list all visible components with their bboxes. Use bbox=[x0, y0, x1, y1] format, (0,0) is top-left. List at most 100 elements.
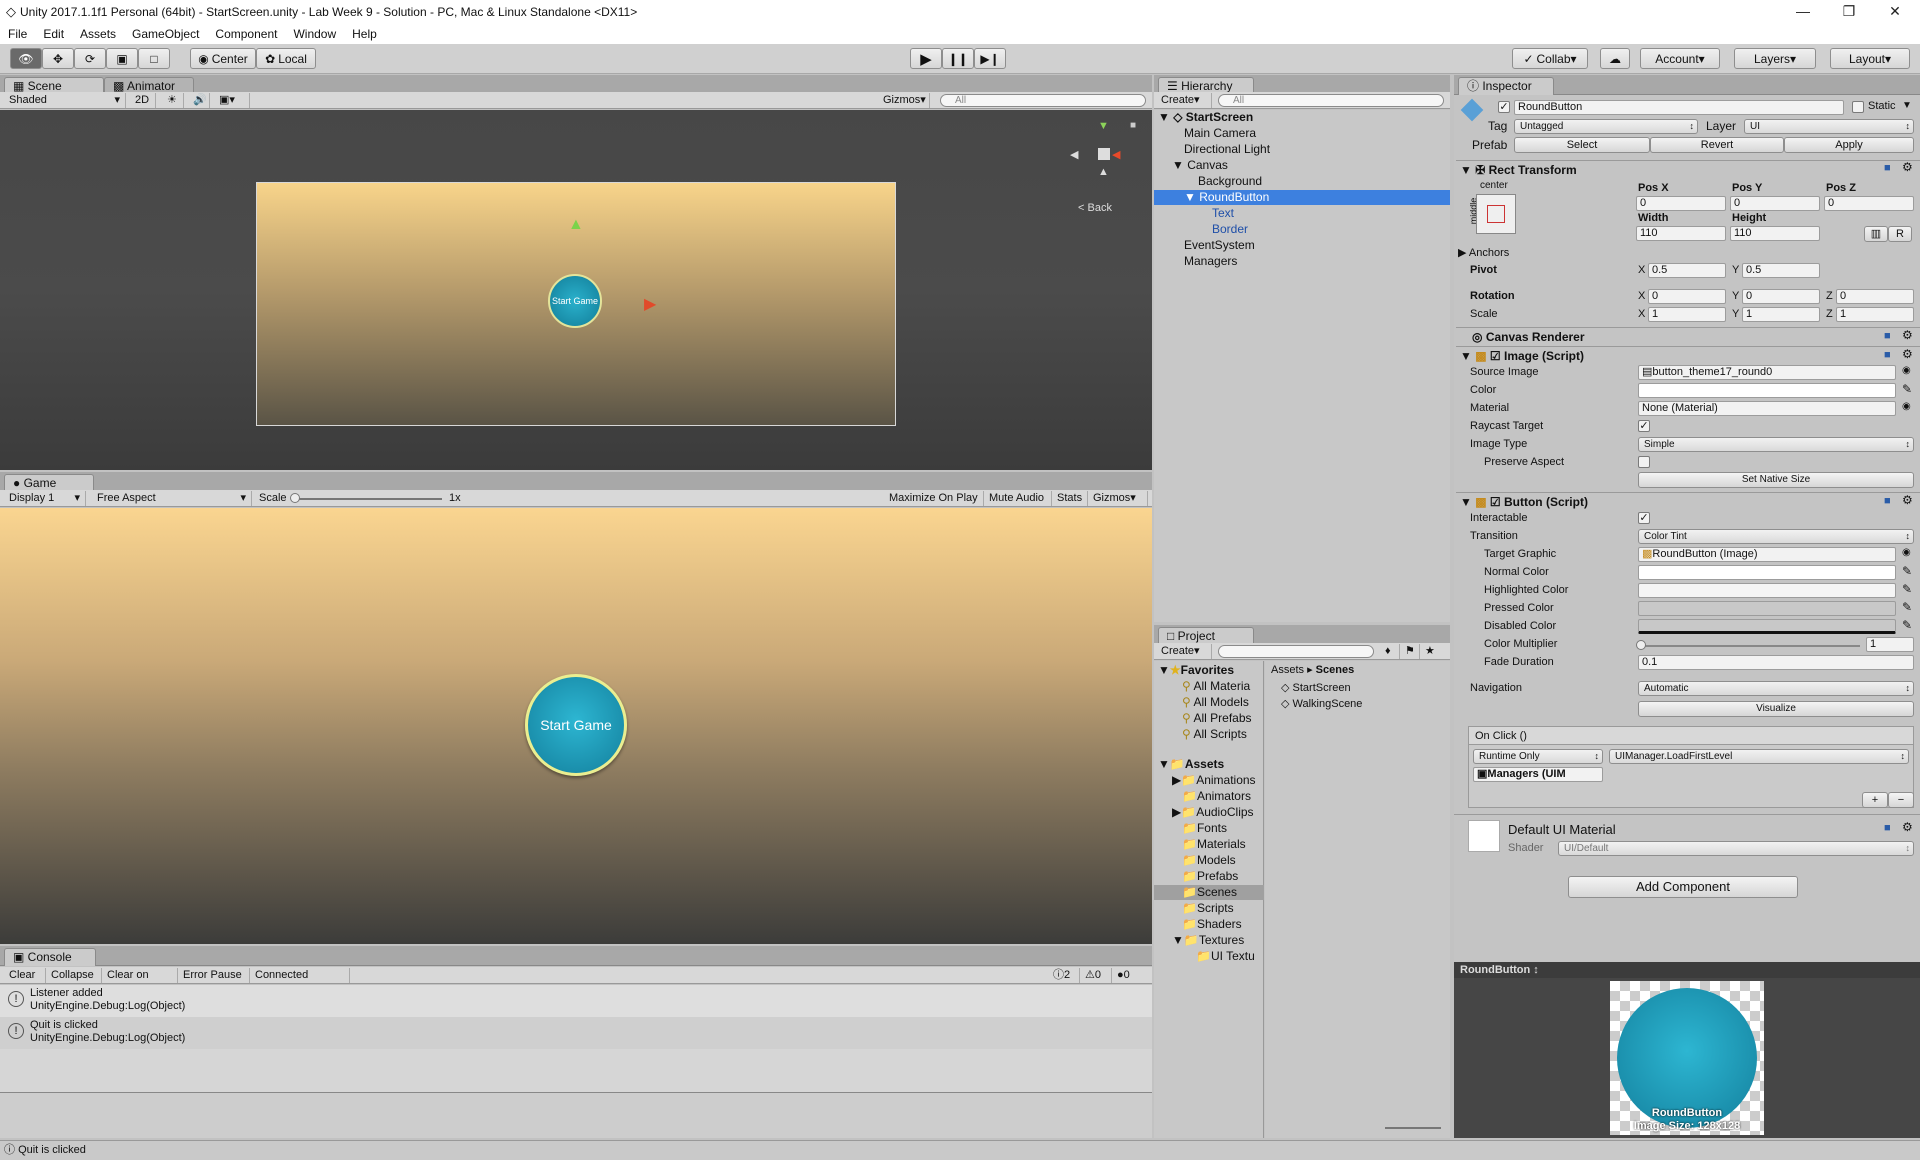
play-button[interactable]: ▶ bbox=[910, 48, 942, 69]
component-help-icon[interactable]: ■ bbox=[1884, 822, 1891, 834]
static-checkbox[interactable] bbox=[1852, 101, 1864, 113]
color-swatch[interactable] bbox=[1638, 383, 1896, 398]
component-settings-icon[interactable]: ⚙ bbox=[1902, 820, 1913, 834]
hierarchy-item[interactable]: Managers bbox=[1184, 254, 1237, 268]
color-multiplier-field[interactable]: 1 bbox=[1866, 637, 1914, 652]
object-picker-icon[interactable]: ◉ bbox=[1902, 365, 1911, 376]
hierarchy-item[interactable]: Main Camera bbox=[1184, 126, 1256, 140]
image-enabled-checkbox[interactable]: ☑ bbox=[1490, 349, 1504, 363]
component-settings-icon[interactable]: ⚙ bbox=[1902, 160, 1913, 174]
hierarchy-item[interactable]: Border bbox=[1212, 222, 1248, 236]
pressed-color-swatch[interactable] bbox=[1638, 601, 1896, 616]
game-viewport[interactable]: Start Game bbox=[0, 508, 1152, 944]
function-dropdown[interactable]: UIManager.LoadFirstLevel bbox=[1609, 749, 1909, 764]
collab-button[interactable]: ✓ Collab ▾ bbox=[1512, 48, 1588, 69]
favorite-item[interactable]: ⚲ All Prefabs bbox=[1182, 711, 1252, 725]
blueprint-mode-button[interactable]: ▥ bbox=[1864, 226, 1888, 242]
object-name-field[interactable]: RoundButton bbox=[1514, 100, 1844, 115]
menu-component[interactable]: Component bbox=[207, 27, 285, 41]
eyedropper-icon[interactable]: ✎ bbox=[1902, 382, 1912, 396]
menu-file[interactable]: File bbox=[0, 27, 35, 41]
height-field[interactable]: 110 bbox=[1730, 226, 1820, 241]
aspect-dropdown[interactable]: Free Aspect ▾ bbox=[92, 491, 252, 506]
minimize-icon[interactable]: — bbox=[1780, 0, 1826, 24]
material-field[interactable]: None (Material) bbox=[1638, 401, 1896, 416]
runtime-dropdown[interactable]: Runtime Only bbox=[1473, 749, 1603, 764]
console-clear-button[interactable]: Clear bbox=[4, 968, 46, 983]
hierarchy-item[interactable]: EventSystem bbox=[1184, 238, 1255, 252]
layer-dropdown[interactable]: UI bbox=[1744, 119, 1914, 134]
hierarchy-item[interactable]: ▼ Canvas bbox=[1172, 158, 1228, 172]
favorite-star-icon[interactable]: ★ bbox=[1420, 644, 1444, 659]
scale-z-field[interactable]: 1 bbox=[1836, 307, 1914, 322]
filter-type-icon[interactable]: ♦ bbox=[1380, 644, 1400, 659]
scene-lock-icon[interactable]: ■ bbox=[1130, 120, 1136, 131]
raw-edit-button[interactable]: R bbox=[1888, 226, 1912, 242]
target-graphic-field[interactable]: ▩RoundButton (Image) bbox=[1638, 547, 1896, 562]
effects-toggle-icon[interactable]: ▣▾ bbox=[214, 93, 250, 108]
game-gizmos-dropdown[interactable]: Gizmos▾ bbox=[1088, 491, 1148, 506]
menu-help[interactable]: Help bbox=[344, 27, 385, 41]
folder-item[interactable]: 📁Shaders bbox=[1182, 917, 1242, 931]
component-help-icon[interactable]: ■ bbox=[1884, 495, 1891, 507]
static-dropdown-icon[interactable]: ▼ bbox=[1902, 100, 1912, 111]
component-settings-icon[interactable]: ⚙ bbox=[1902, 347, 1913, 361]
maximize-icon[interactable]: ❐ bbox=[1826, 0, 1872, 24]
image-type-dropdown[interactable]: Simple bbox=[1638, 437, 1914, 452]
hand-tool-icon[interactable]: 👁 bbox=[10, 48, 42, 69]
navigation-dropdown[interactable]: Automatic bbox=[1638, 681, 1914, 696]
preserve-aspect-checkbox[interactable] bbox=[1638, 456, 1650, 468]
move-gizmo-y-icon[interactable]: ▲ bbox=[568, 216, 584, 276]
add-component-button[interactable]: Add Component bbox=[1568, 876, 1798, 898]
width-field[interactable]: 110 bbox=[1636, 226, 1726, 241]
pause-button[interactable]: ❙❙ bbox=[942, 48, 974, 69]
rot-z-field[interactable]: 0 bbox=[1836, 289, 1914, 304]
favorites-header[interactable]: ▼★Favorites bbox=[1158, 663, 1234, 677]
console-log-count[interactable]: ⓘ2 bbox=[1048, 968, 1080, 983]
folder-item[interactable]: 📁Fonts bbox=[1182, 821, 1227, 835]
scale-x-field[interactable]: 1 bbox=[1648, 307, 1726, 322]
color-multiplier-thumb[interactable] bbox=[1636, 640, 1646, 650]
console-entry[interactable]: ! Quit is clicked UnityEngine.Debug:Log(… bbox=[0, 1017, 1152, 1049]
tab-console[interactable]: ▣ Console bbox=[4, 948, 96, 966]
prefab-select-button[interactable]: Select bbox=[1514, 137, 1650, 153]
visualize-button[interactable]: Visualize bbox=[1638, 701, 1914, 717]
hierarchy-item-selected[interactable]: ▼ RoundButton bbox=[1154, 190, 1450, 205]
eyedropper-icon[interactable]: ✎ bbox=[1902, 618, 1912, 632]
favorite-item[interactable]: ⚲ All Scripts bbox=[1182, 727, 1247, 741]
breadcrumb-scenes[interactable]: Scenes bbox=[1316, 664, 1355, 676]
audio-toggle-icon[interactable]: 🔊 bbox=[188, 93, 210, 108]
project-search-input[interactable] bbox=[1218, 645, 1374, 658]
remove-event-button[interactable]: − bbox=[1888, 792, 1914, 808]
raycast-target-checkbox[interactable]: ✓ bbox=[1638, 420, 1650, 432]
mute-audio-toggle[interactable]: Mute Audio bbox=[984, 491, 1052, 506]
folder-item[interactable]: ▶📁Animations bbox=[1172, 773, 1256, 787]
hierarchy-item[interactable]: Directional Light bbox=[1184, 142, 1270, 156]
pivot-center-button[interactable]: ◉ Center bbox=[190, 48, 256, 69]
filter-label-icon[interactable]: ⚑ bbox=[1400, 644, 1420, 659]
fade-duration-field[interactable]: 0.1 bbox=[1638, 655, 1914, 670]
scene-back-label[interactable]: < Back bbox=[1078, 202, 1112, 214]
component-settings-icon[interactable]: ⚙ bbox=[1902, 328, 1913, 342]
prefab-revert-button[interactable]: Revert bbox=[1650, 137, 1784, 153]
file-item[interactable]: ◇ WalkingScene bbox=[1281, 697, 1362, 710]
close-icon[interactable]: ✕ bbox=[1872, 0, 1918, 24]
tag-dropdown[interactable]: Untagged bbox=[1514, 119, 1698, 134]
mode-2d-toggle[interactable]: 2D bbox=[130, 93, 156, 108]
project-create-dropdown[interactable]: Create▾ bbox=[1156, 644, 1212, 659]
console-collapse-toggle[interactable]: Collapse bbox=[46, 968, 102, 983]
maximize-on-play-toggle[interactable]: Maximize On Play bbox=[884, 491, 984, 506]
target-object-field[interactable]: ▣Managers (UIM bbox=[1473, 767, 1603, 782]
scale-slider-thumb[interactable] bbox=[290, 493, 300, 503]
hierarchy-item[interactable]: Text bbox=[1212, 206, 1234, 220]
game-start-button[interactable]: Start Game bbox=[525, 674, 627, 776]
button-enabled-checkbox[interactable]: ☑ bbox=[1490, 495, 1504, 509]
folder-item-selected[interactable]: 📁Scenes bbox=[1154, 885, 1264, 900]
pivot-local-button[interactable]: ✿ Local bbox=[256, 48, 316, 69]
scene-gizmos-dropdown[interactable]: Gizmos▾ bbox=[878, 93, 930, 108]
move-gizmo-x-icon[interactable]: ▶ bbox=[644, 294, 656, 314]
folder-item[interactable]: ▶📁AudioClips bbox=[1172, 805, 1254, 819]
folder-item[interactable]: 📁Animators bbox=[1182, 789, 1251, 803]
scene-viewport[interactable]: Start Game ▲ ▶ ▼ ◀ ◀ ▲ < Back ■ bbox=[0, 110, 1152, 470]
preview-header[interactable]: RoundButton ↕ bbox=[1454, 962, 1920, 978]
